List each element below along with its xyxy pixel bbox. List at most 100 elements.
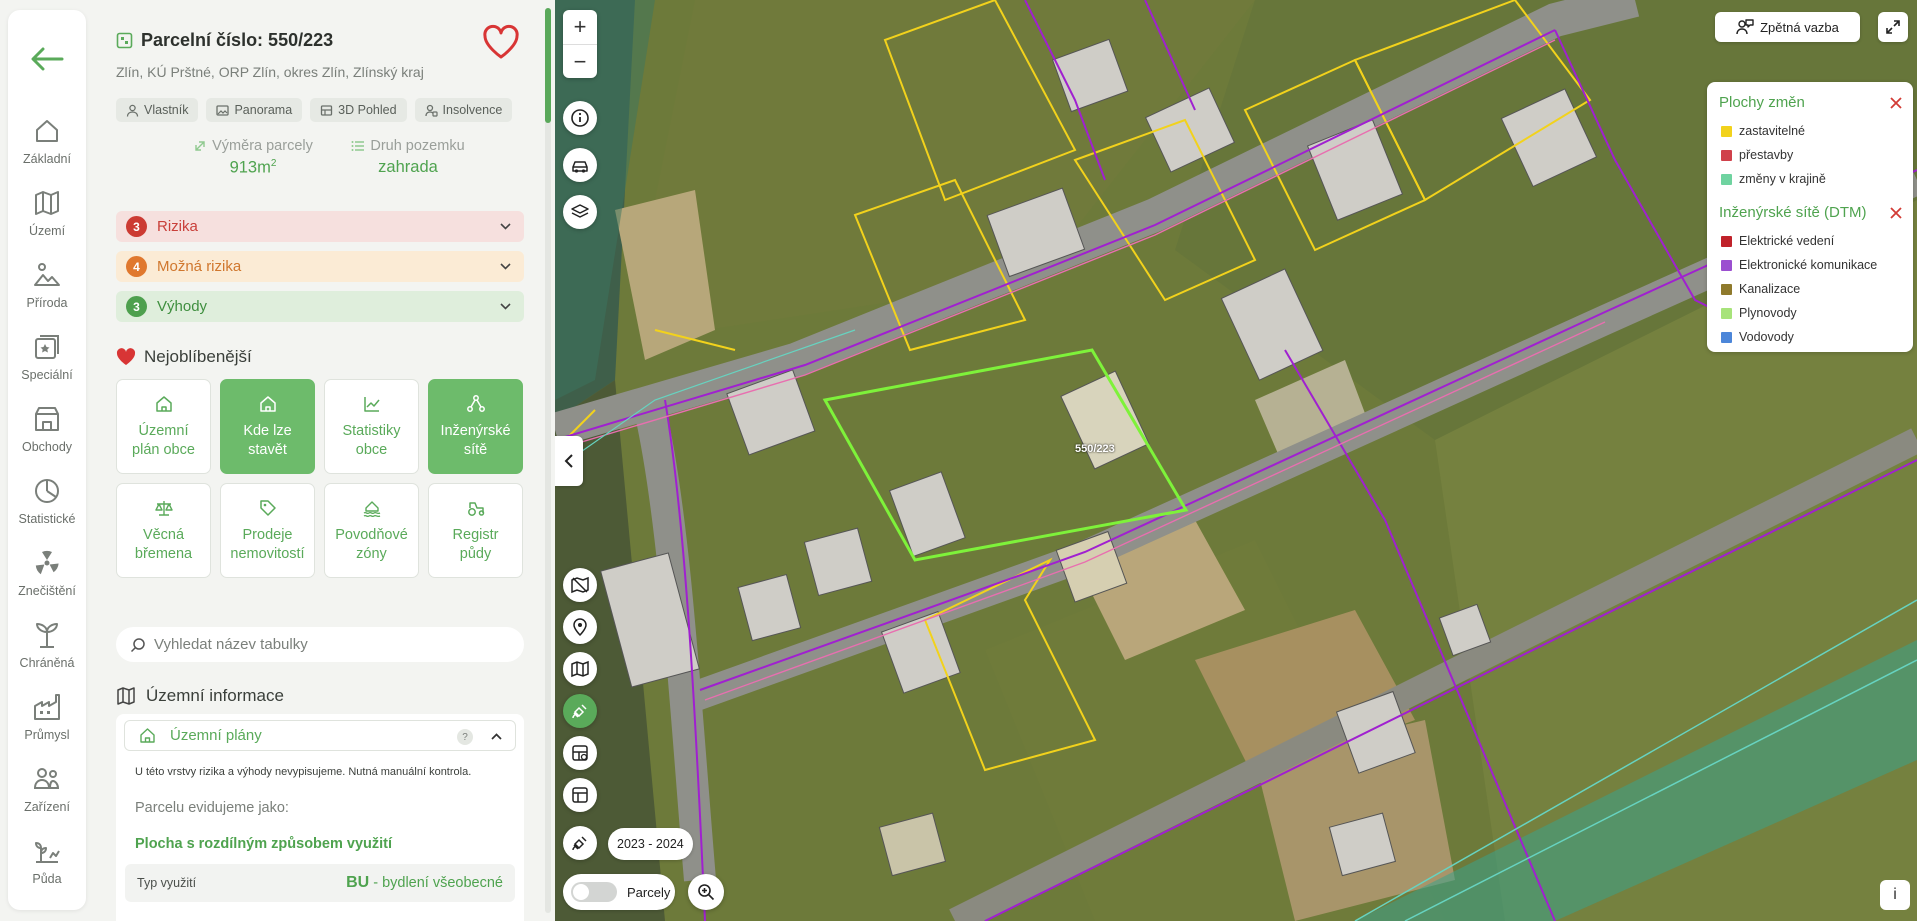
nav-item-obchody[interactable]: Obchody <box>8 404 86 464</box>
search-input[interactable] <box>154 636 514 653</box>
chip-label: 3D Pohled <box>338 103 397 117</box>
nav-label: Průmysl <box>24 728 70 742</box>
tile-where-to-build[interactable]: Kde lze stavět <box>220 379 315 474</box>
chevron-down-icon <box>500 263 511 270</box>
legend-item: zastavitelné <box>1721 124 1805 138</box>
legend-item: Kanalizace <box>1721 282 1800 296</box>
nav-item-zakladni[interactable]: Základní <box>8 116 86 176</box>
tractor-icon <box>467 501 484 516</box>
legend-swatch <box>1721 149 1732 161</box>
nav-item-statisticke[interactable]: Statistické <box>8 476 86 536</box>
close-icon[interactable] <box>1889 96 1903 110</box>
special-icon <box>35 335 59 359</box>
subsection-land-plans[interactable]: Územní plány ? <box>124 720 516 751</box>
map-layers-button[interactable] <box>563 195 597 229</box>
legend-label: Elektrické vedení <box>1739 234 1835 248</box>
map-satellite-button[interactable] <box>563 694 597 728</box>
tile-label-1: Věcná <box>142 526 185 543</box>
legend-item: Vodovody <box>1721 330 1794 344</box>
fullscreen-button[interactable] <box>1878 12 1908 42</box>
map-location-button[interactable] <box>563 610 597 644</box>
tile-flood-zones[interactable]: Povodňové zóny <box>324 483 419 578</box>
legend-item: Plynovody <box>1721 306 1797 320</box>
tile-utility-networks[interactable]: Inženýrské sítě <box>428 379 523 474</box>
satellite-icon <box>572 836 587 851</box>
soil-icon <box>35 842 60 863</box>
map-view[interactable]: + − 550/223 2023 - 2024 Parcely Zpětná v… <box>555 0 1917 921</box>
tile-easements[interactable]: Věcná břemena <box>116 483 211 578</box>
zoom-in-button[interactable]: + <box>563 10 597 44</box>
nav-item-znecisteni[interactable]: Znečištění <box>8 548 86 608</box>
tag-icon <box>259 499 276 516</box>
tile-label-2: obce <box>355 441 388 458</box>
stat-land-type-label-row: Druh pozemku <box>348 138 468 154</box>
nav-item-chranena[interactable]: Chráněná <box>8 620 86 680</box>
map-off-icon <box>571 576 589 594</box>
tile-property-sales[interactable]: Prodeje nemovitostí <box>220 483 315 578</box>
help-badge[interactable]: ? <box>457 729 473 745</box>
tile-municipal-statistics[interactable]: Statistiky obce <box>324 379 419 474</box>
tile-label-1: Inženýrské <box>440 422 511 439</box>
accordion-possible-risks[interactable]: 4 Možná rizika <box>116 251 524 282</box>
possible-risks-count: 4 <box>126 256 147 277</box>
collapse-panel-button[interactable] <box>555 436 583 486</box>
stat-land-type-value: zahrada <box>378 158 438 176</box>
tile-land-use-plan[interactable]: Územní plán obce <box>116 379 211 474</box>
nav-item-prumysl[interactable]: Průmysl <box>8 692 86 752</box>
tile-label-2: břemena <box>134 545 193 562</box>
tile-soil-registry[interactable]: Registr půdy <box>428 483 523 578</box>
chip-panorama[interactable]: Panorama <box>206 98 303 122</box>
accordion-risks[interactable]: 3 Rizika <box>116 211 524 242</box>
aerial-years-badge[interactable]: 2023 - 2024 <box>608 828 693 860</box>
risks-label: Rizika <box>157 218 198 235</box>
section-heading: Územní informace <box>116 686 284 706</box>
heart-icon <box>483 24 519 59</box>
tile-label-1: Statistiky <box>342 422 401 439</box>
nav-item-uzemi[interactable]: Území <box>8 188 86 248</box>
map-basemap-button[interactable] <box>563 652 597 686</box>
scrollbar-thumb[interactable] <box>545 8 551 123</box>
tile-label-1: Územní <box>138 422 189 439</box>
stat-area-unit: 2 <box>270 158 277 169</box>
nav-item-zarizeni[interactable]: Zařízení <box>8 764 86 824</box>
map-search-zoom-button[interactable] <box>688 874 724 910</box>
nav-label: Chráněná <box>19 656 75 670</box>
tile-label-2: sítě <box>463 441 488 458</box>
panel-scrollbar[interactable] <box>545 8 551 913</box>
map-cadastre-button[interactable] <box>563 736 597 770</box>
feedback-button[interactable]: Zpětná vazba <box>1715 12 1860 42</box>
protected-tree-icon <box>36 623 58 648</box>
nature-icon <box>34 263 60 286</box>
home-icon <box>140 728 155 743</box>
chevron-down-icon <box>500 303 511 310</box>
nav-label: Půda <box>32 872 62 886</box>
chip-3d-view[interactable]: 3D Pohled <box>310 98 407 122</box>
parcel-map-label: 550/223 <box>1075 443 1115 455</box>
legend-swatch <box>1721 235 1732 247</box>
close-icon[interactable] <box>1889 206 1903 220</box>
map-grid-button[interactable] <box>563 778 597 812</box>
table-search[interactable] <box>116 627 524 662</box>
nav-item-priroda[interactable]: Příroda <box>8 260 86 320</box>
map-info-button[interactable] <box>563 101 597 135</box>
chip-insolvency[interactable]: Insolvence <box>414 98 513 122</box>
map-hide-layers-button[interactable] <box>563 568 597 602</box>
accordion-benefits[interactable]: 3 Výhody <box>116 291 524 322</box>
parcels-toggle[interactable]: Parcely <box>563 874 675 910</box>
map-aerial-year-button[interactable] <box>563 826 597 860</box>
user-icon <box>126 104 139 117</box>
favorites-title: Nejoblíbenější <box>144 347 252 366</box>
expand-icon <box>1886 20 1900 34</box>
chip-owner[interactable]: Vlastník <box>116 98 199 122</box>
favorite-button[interactable] <box>482 24 520 60</box>
back-button[interactable] <box>26 38 68 80</box>
chevron-up-icon[interactable] <box>490 730 503 743</box>
favorites-heading: Nejoblíbenější <box>116 347 252 367</box>
zoom-out-button[interactable]: − <box>563 44 597 78</box>
attribution-info-button[interactable]: i <box>1880 880 1910 910</box>
map-vehicle-button[interactable] <box>563 148 597 182</box>
parcels-switch[interactable] <box>571 882 617 902</box>
nav-item-puda[interactable]: Půda <box>8 836 86 896</box>
legend-label: Vodovody <box>1739 330 1794 344</box>
nav-item-specialni[interactable]: Speciální <box>8 332 86 392</box>
